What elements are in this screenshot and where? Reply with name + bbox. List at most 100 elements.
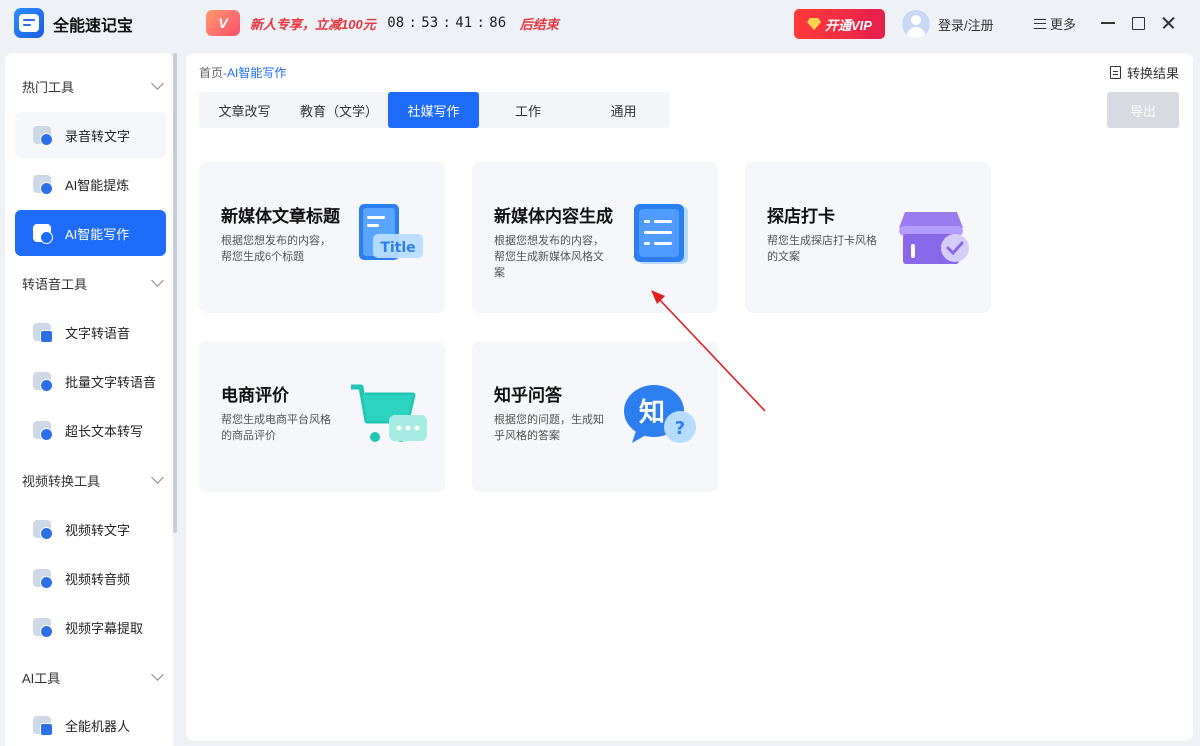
sidebar-item-robot[interactable]: 全能机器人 xyxy=(15,702,166,746)
app-logo-icon xyxy=(14,8,44,38)
sidebar-item-batch-tts[interactable]: 批量文字转语音 xyxy=(15,358,166,404)
card-title: 探店打卡 xyxy=(767,207,835,226)
sidebar-item-label: 视频转音频 xyxy=(65,571,131,587)
vip-button[interactable]: 开通VIP xyxy=(794,9,885,39)
sidebar-item-subtitle-extract[interactable]: 视频字幕提取 xyxy=(15,604,166,650)
card-desc: 帮您生成电商平台风格的商品评价 xyxy=(221,414,331,442)
login-link[interactable]: 登录/注册 xyxy=(938,15,994,34)
card-desc: 根据您想发布的内容，帮您生成6个标题 xyxy=(221,235,331,263)
sidebar-item-label: AI智能提炼 xyxy=(65,177,130,193)
sidebar-item-label: 文字转语音 xyxy=(65,325,131,341)
app-title: 全能速记宝 xyxy=(53,18,134,35)
promo-v-badge: V xyxy=(206,10,240,36)
promo-banner[interactable]: V 新人专享，立减100元 08 : 53 : 41 : 86 后结束 xyxy=(206,9,566,37)
ai-writing-icon xyxy=(33,224,53,244)
card-title: 新媒体内容生成 xyxy=(494,207,613,226)
card-title: 新媒体文章标题 xyxy=(221,207,340,226)
sidebar-item-video-to-text[interactable]: 视频转文字 xyxy=(15,506,166,552)
sidebar-item-label: AI智能写作 xyxy=(65,226,130,242)
title-bar: 全能速记宝 V 新人专享，立减100元 08 : 53 : 41 : 86 后结… xyxy=(0,0,1200,48)
sidebar-group-hot-tools[interactable]: 热门工具 xyxy=(22,77,164,96)
card-zhihu-qa[interactable]: 知乎问答 根据您的问题，生成知乎风格的答案 知 ? xyxy=(472,341,718,492)
sidebar-item-ai-writing[interactable]: AI智能写作 xyxy=(15,210,166,256)
sidebar-item-long-text[interactable]: 超长文本转写 xyxy=(15,407,166,453)
more-label: 更多 xyxy=(1050,17,1077,32)
sidebar-item-label: 视频字幕提取 xyxy=(65,620,144,636)
subtitle-icon xyxy=(33,618,53,638)
promo-text: 新人专享，立减100元 xyxy=(250,16,376,32)
result-label: 转换结果 xyxy=(1126,66,1179,81)
promo-countdown: 08 : 53 : 41 : 86 xyxy=(384,15,510,31)
tab-general[interactable]: 通用 xyxy=(577,92,670,128)
card-content-gen[interactable]: 新媒体内容生成 根据您想发布的内容，帮您生成新媒体风格文案 xyxy=(472,162,718,313)
document-icon xyxy=(1109,66,1121,79)
countdown-minutes: 53 xyxy=(421,15,439,31)
title-doc-icon: Title xyxy=(359,204,423,260)
export-button[interactable]: 导出 xyxy=(1107,92,1179,128)
vip-label: 开通VIP xyxy=(825,17,872,33)
sidebar-scrollbar[interactable] xyxy=(173,53,177,533)
sidebar-group-video-tools[interactable]: 视频转换工具 xyxy=(22,471,164,490)
promo-suffix: 后结束 xyxy=(519,16,559,32)
card-title: 知乎问答 xyxy=(494,386,562,405)
video-audio-icon xyxy=(33,569,53,589)
group-label: 视频转换工具 xyxy=(22,474,101,489)
tab-work[interactable]: 工作 xyxy=(479,92,577,128)
sidebar-item-video-to-audio[interactable]: 视频转音频 xyxy=(15,555,166,601)
batch-speech-icon xyxy=(33,372,53,392)
sidebar-item-text-to-speech[interactable]: 文字转语音 xyxy=(15,309,166,355)
video-text-icon xyxy=(33,520,53,540)
main-panel: 首页-AI智能写作 转换结果 文章改写 教育（文学） 社媒写作 工作 通用 导出… xyxy=(186,53,1193,741)
card-desc: 帮您生成探店打卡风格的文案 xyxy=(767,235,877,263)
more-button[interactable]: 更多 xyxy=(1034,14,1076,33)
sidebar-item-ai-extract[interactable]: AI智能提炼 xyxy=(15,161,166,207)
menu-icon xyxy=(1034,18,1046,29)
breadcrumb-home[interactable]: 首页 xyxy=(199,66,223,80)
breadcrumb: 首页-AI智能写作 xyxy=(199,64,286,81)
sidebar-group-tts-tools[interactable]: 转语音工具 xyxy=(22,274,164,293)
avatar[interactable] xyxy=(902,10,930,38)
title-icon-text: Title xyxy=(380,240,415,256)
sidebar-group-ai-tools[interactable]: AI工具 xyxy=(22,668,164,687)
robot-icon xyxy=(33,716,53,736)
countdown-hours: 08 xyxy=(387,15,405,31)
text-speech-icon xyxy=(33,323,53,343)
long-text-icon xyxy=(33,421,53,441)
sidebar-item-label: 录音转文字 xyxy=(65,128,131,144)
breadcrumb-current: AI智能写作 xyxy=(227,66,287,80)
tab-social-writing[interactable]: 社媒写作 xyxy=(388,92,479,128)
card-title: 电商评价 xyxy=(221,386,289,405)
category-tabs: 文章改写 教育（文学） 社媒写作 工作 通用 xyxy=(199,92,670,128)
group-label: 转语音工具 xyxy=(22,277,88,292)
sidebar-item-audio-to-text[interactable]: 录音转文字 xyxy=(15,112,166,158)
card-desc: 根据您想发布的内容，帮您生成新媒体风格文案 xyxy=(494,235,604,279)
card-store-checkin[interactable]: 探店打卡 帮您生成探店打卡风格的文案 xyxy=(745,162,991,313)
zhihu-qa-icon: 知 ? xyxy=(624,385,696,443)
card-desc: 根据您的问题，生成知乎风格的答案 xyxy=(494,414,604,442)
tab-education[interactable]: 教育（文学） xyxy=(290,92,388,128)
svg-text:?: ? xyxy=(675,418,685,439)
convert-result-link[interactable]: 转换结果 xyxy=(1109,63,1179,82)
tab-article-rewrite[interactable]: 文章改写 xyxy=(199,92,290,128)
card-ecommerce-review[interactable]: 电商评价 帮您生成电商平台风格的商品评价 xyxy=(199,341,445,492)
card-article-title[interactable]: 新媒体文章标题 根据您想发布的内容，帮您生成6个标题 Title xyxy=(199,162,445,313)
minimize-button[interactable] xyxy=(1097,12,1119,34)
chevron-down-icon xyxy=(151,274,164,287)
maximize-button[interactable] xyxy=(1127,12,1149,34)
group-label: 热门工具 xyxy=(22,80,75,95)
cart-chat-icon xyxy=(351,384,427,442)
sidebar-item-label: 超长文本转写 xyxy=(65,423,144,439)
ai-extract-icon xyxy=(33,175,53,195)
zhihu-icon-text: 知 xyxy=(639,398,665,428)
chevron-down-icon xyxy=(151,668,164,681)
group-label: AI工具 xyxy=(22,671,61,686)
close-button[interactable] xyxy=(1157,12,1179,34)
countdown-centis: 86 xyxy=(489,15,507,31)
audio-text-icon xyxy=(33,126,53,146)
sidebar-item-label: 批量文字转语音 xyxy=(65,374,157,390)
sidebar-item-label: 全能机器人 xyxy=(65,718,131,734)
sidebar-item-label: 视频转文字 xyxy=(65,522,131,538)
chevron-down-icon xyxy=(151,77,164,90)
sidebar: 热门工具 录音转文字 AI智能提炼 AI智能写作 转语音工具 文字转语音 批量文… xyxy=(5,53,173,746)
content-doc-icon xyxy=(634,204,688,264)
